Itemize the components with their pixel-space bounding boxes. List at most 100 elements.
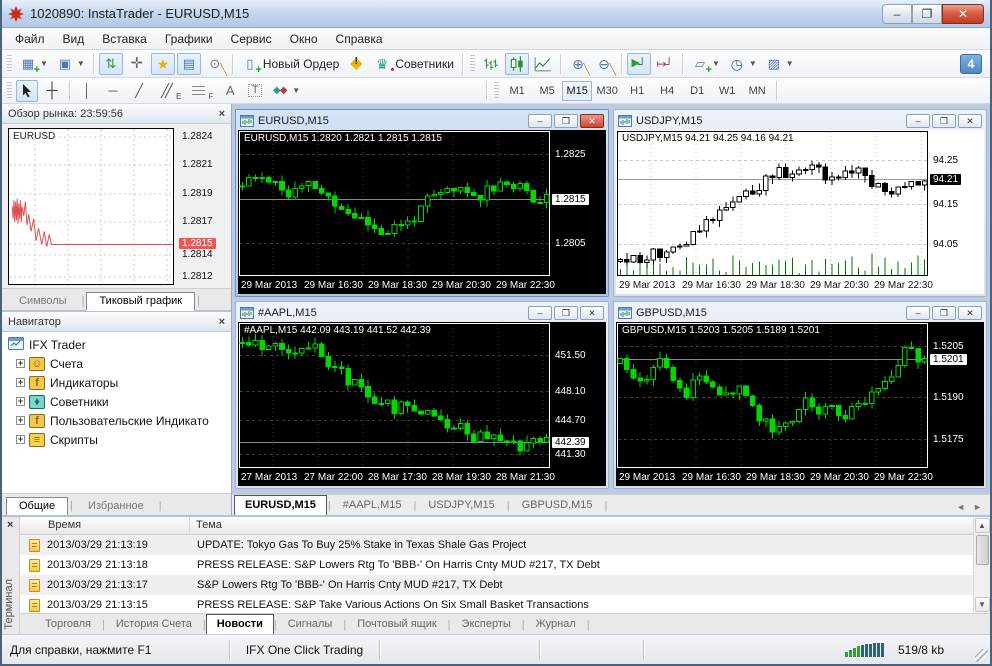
- close-icon[interactable]: ×: [219, 316, 225, 328]
- data-window-button[interactable]: ✛: [125, 53, 149, 75]
- minimize-icon[interactable]: –: [528, 306, 552, 320]
- news-column-time[interactable]: Время: [20, 517, 190, 534]
- toolbar-grip[interactable]: [469, 54, 475, 73]
- chart-shift-button[interactable]: ↦ ┘: [653, 53, 677, 75]
- chart-body[interactable]: EURUSD,M15 1.2820 1.2821 1.2815 1.2815 1.…: [238, 130, 606, 294]
- notifications-badge[interactable]: 4: [960, 53, 982, 74]
- news-row[interactable]: 2013/03/29 21:13:17 S&P Lowers Rtg To 'BB…: [20, 575, 973, 595]
- profiles-button[interactable]: ▣ ▼: [53, 53, 88, 75]
- text-label-tool-button[interactable]: T: [244, 80, 266, 102]
- navigator-toggle[interactable]: ★: [150, 52, 175, 75]
- timeframe-button-H1[interactable]: H1: [622, 81, 652, 101]
- terminal-tab-3[interactable]: Новости: [205, 614, 274, 634]
- text-tool-button[interactable]: A: [218, 80, 242, 102]
- zoom-out-button[interactable]: ⊖ ╲: [592, 53, 616, 76]
- equidistant-channel-tool-button[interactable]: ╱╱ E: [153, 80, 184, 102]
- chart-window-titlebar[interactable]: EURUSD,M15 – ❐ ✕: [238, 112, 606, 130]
- new-order-button[interactable]: ▯ + Новый Ордер: [238, 53, 342, 76]
- timeframe-button-D1[interactable]: D1: [682, 81, 712, 101]
- restore-icon[interactable]: ❐: [932, 114, 956, 128]
- close-icon[interactable]: ✕: [580, 306, 604, 320]
- tick-chart[interactable]: EURUSD 1.2824 1.2821 1.2819 1.2817 1.2815 1.2…: [2, 124, 231, 288]
- chart-body[interactable]: #AAPL,M15 442.09 443.19 441.52 442.39 451…: [238, 322, 606, 486]
- timeframe-button-M1[interactable]: M1: [502, 81, 532, 101]
- scroll-down-icon[interactable]: ▼: [974, 597, 990, 612]
- metaquotes-alert-icon[interactable]: ◆!: [344, 53, 368, 75]
- minimize-button[interactable]: –: [882, 3, 912, 24]
- terminal-tab-6[interactable]: Эксперты: [451, 614, 522, 634]
- chart-window-gbpusd[interactable]: GBPUSD,M15 – ❐ ✕ GBPUSD,M15 1.5203 1.5205 1.…: [613, 301, 987, 489]
- tree-item-5[interactable]: + ≡ Скрипты: [6, 430, 231, 449]
- chart-window-titlebar[interactable]: #AAPL,M15 – ❐ ✕: [238, 304, 606, 322]
- chart-plot[interactable]: #AAPL,M15 442.09 443.19 441.52 442.39: [239, 323, 550, 468]
- toolbar-grip[interactable]: [7, 81, 12, 100]
- close-icon[interactable]: ✕: [958, 114, 982, 128]
- chart-plot[interactable]: EURUSD,M15 1.2820 1.2821 1.2815 1.2815: [239, 131, 550, 276]
- tree-expand-icon[interactable]: +: [16, 378, 25, 387]
- close-icon[interactable]: ×: [219, 108, 225, 120]
- chart-body[interactable]: USDJPY,M15 94.21 94.25 94.16 94.21 94.25 9…: [616, 130, 984, 294]
- one-click-trading-toggle[interactable]: IFX One Click Trading: [230, 639, 380, 660]
- market-watch-toggle[interactable]: ⇅: [98, 52, 123, 75]
- scroll-left-icon[interactable]: ◄: [956, 502, 965, 512]
- navigator-tab-2[interactable]: Избранное: [75, 497, 157, 516]
- tree-expand-icon[interactable]: +: [16, 416, 25, 425]
- tree-item-1[interactable]: + ☺ Счета: [6, 354, 231, 373]
- terminal-toggle[interactable]: ▤: [176, 52, 201, 75]
- news-scrollbar[interactable]: ▲ ▼: [973, 517, 990, 613]
- menu-item-Вставка[interactable]: Вставка: [93, 30, 156, 48]
- chart-body[interactable]: GBPUSD,M15 1.5203 1.5205 1.5189 1.5201 1.…: [616, 322, 984, 486]
- close-icon[interactable]: ✕: [958, 306, 982, 320]
- tree-expand-icon[interactable]: +: [16, 435, 25, 444]
- terminal-tab-7[interactable]: Журнал: [525, 614, 587, 634]
- templates-button[interactable]: ▨ ▼: [762, 53, 797, 75]
- news-column-topic[interactable]: Тема: [190, 517, 973, 534]
- new-chart-button[interactable]: ▦ + ▼: [16, 53, 51, 75]
- candlestick-chart-type-button[interactable]: [504, 52, 529, 75]
- scroll-up-icon[interactable]: ▲: [974, 518, 990, 533]
- minimize-icon[interactable]: –: [528, 114, 552, 128]
- timeframe-button-M15[interactable]: M15: [562, 80, 593, 101]
- restore-icon[interactable]: ❐: [554, 306, 578, 320]
- menu-item-Справка[interactable]: Справка: [327, 30, 392, 48]
- fibonacci-tool-button[interactable]: F: [186, 80, 216, 102]
- navigator-tab-1[interactable]: Общие: [6, 497, 69, 516]
- tree-item-4[interactable]: + f Пользовательские Индикато: [6, 411, 231, 430]
- timeframe-button-MN[interactable]: MN: [742, 81, 772, 101]
- chart-window-eurusd[interactable]: EURUSD,M15 – ❐ ✕ EURUSD,M15 1.2820 1.2821 1.…: [235, 109, 609, 297]
- market-watch-tab-2[interactable]: Тиковый график: [86, 292, 196, 311]
- chart-window-titlebar[interactable]: GBPUSD,M15 – ❐ ✕: [616, 304, 984, 322]
- resize-grip[interactable]: [975, 649, 988, 662]
- chart-plot[interactable]: USDJPY,M15 94.21 94.25 94.16 94.21: [617, 131, 928, 276]
- scroll-right-icon[interactable]: ►: [973, 502, 982, 512]
- menu-item-Графики[interactable]: Графики: [156, 30, 222, 48]
- chart-window-aapl[interactable]: #AAPL,M15 – ❐ ✕ #AAPL,M15 442.09 443.19 441.…: [235, 301, 609, 489]
- minimize-icon[interactable]: –: [906, 306, 930, 320]
- close-button[interactable]: ✕: [942, 3, 984, 24]
- trendline-tool-button[interactable]: ╱: [127, 80, 151, 102]
- cursor-tool-button[interactable]: [16, 79, 38, 102]
- periods-button[interactable]: ◷ ▼: [725, 53, 760, 75]
- tree-item-3[interactable]: + ♦ Советники: [6, 392, 231, 411]
- terminal-tab-1[interactable]: Торговля: [34, 614, 102, 634]
- toolbar-grip[interactable]: [494, 81, 500, 100]
- tick-chart-plot[interactable]: EURUSD: [8, 128, 174, 285]
- maximize-button[interactable]: ❐: [912, 3, 942, 24]
- timeframe-button-W1[interactable]: W1: [712, 81, 742, 101]
- chart-tab-1[interactable]: EURUSD,M15: [234, 495, 327, 515]
- menu-item-Окно[interactable]: Окно: [281, 30, 327, 48]
- terminal-tab-5[interactable]: Почтовый ящик: [346, 614, 447, 634]
- tree-item-root[interactable]: IFX Trader: [6, 335, 231, 354]
- market-watch-tab-1[interactable]: Символы: [6, 292, 80, 311]
- restore-icon[interactable]: ❐: [932, 306, 956, 320]
- scrollbar-thumb[interactable]: [975, 535, 989, 565]
- chart-window-titlebar[interactable]: USDJPY,M15 – ❐ ✕: [616, 112, 984, 130]
- tree-expand-icon[interactable]: +: [16, 359, 25, 368]
- zoom-in-button[interactable]: ⊕ ╲: [566, 53, 590, 76]
- timeframe-button-M30[interactable]: M30: [592, 81, 622, 101]
- strategy-tester-button[interactable]: ⊙ ╲: [203, 53, 226, 75]
- line-chart-type-button[interactable]: [531, 53, 555, 75]
- chart-tab-4[interactable]: GBPUSD,M15: [511, 495, 604, 515]
- vertical-line-tool-button[interactable]: │: [75, 80, 99, 102]
- chart-tab-3[interactable]: USDJPY,M15: [417, 495, 505, 515]
